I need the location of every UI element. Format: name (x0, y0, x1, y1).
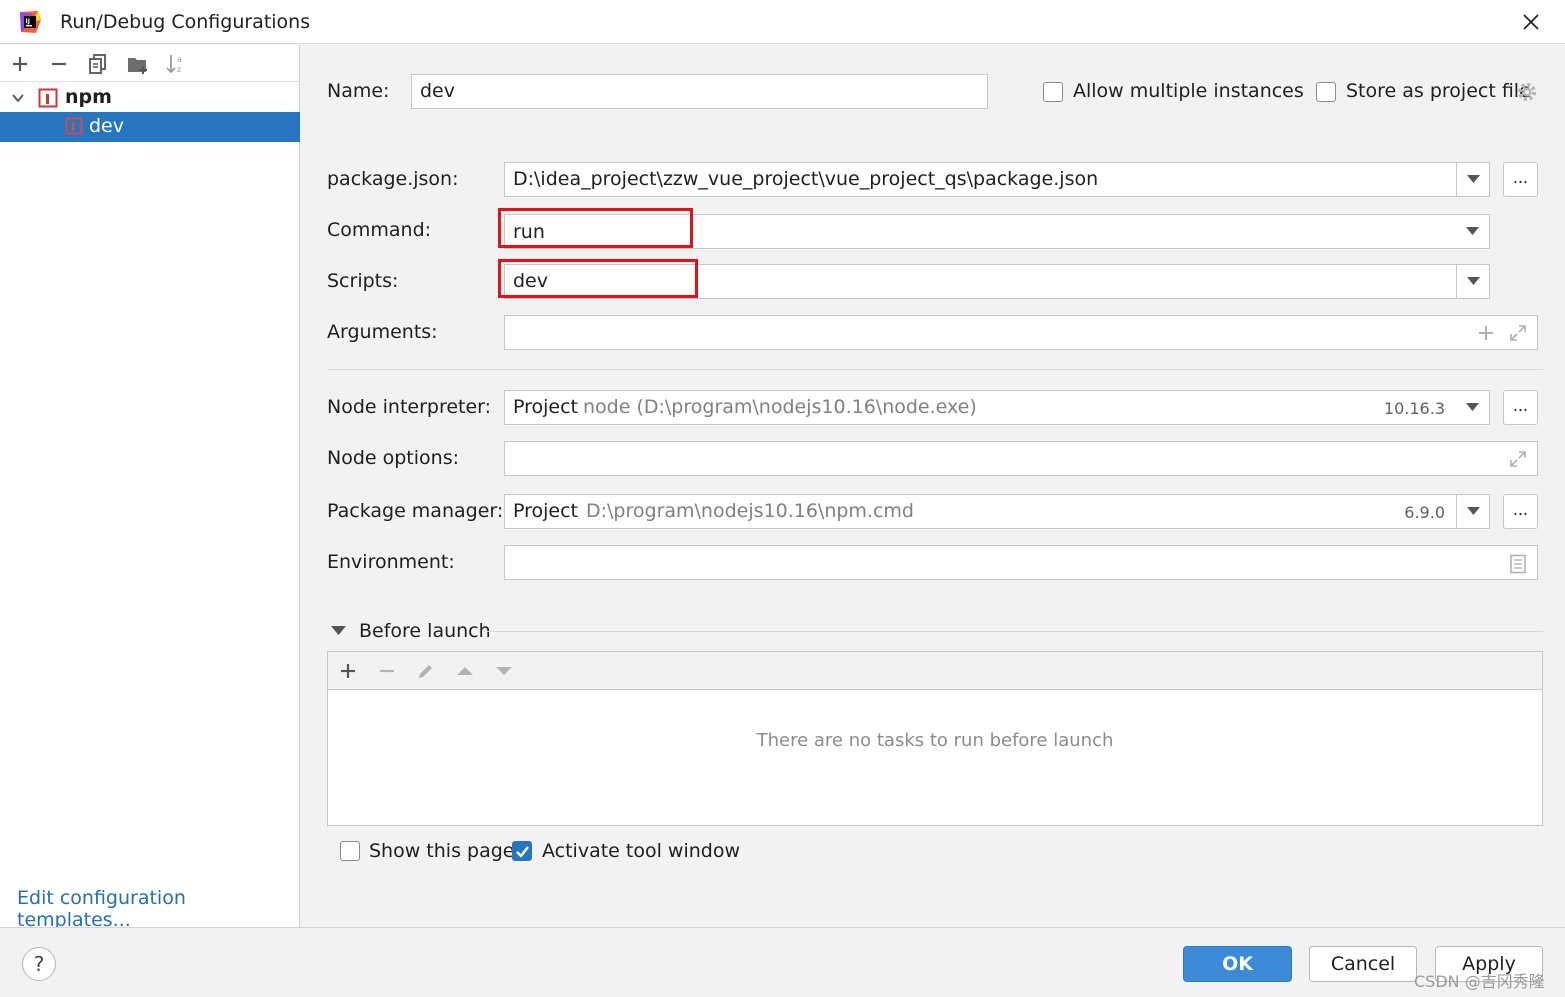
node-options-input[interactable] (504, 441, 1538, 476)
scripts-dropdown-button[interactable] (1456, 265, 1489, 298)
name-input[interactable]: dev (411, 74, 988, 109)
configurations-sidebar: a z npm dev Edit configuration templates… (0, 45, 300, 931)
remove-icon[interactable] (47, 52, 71, 76)
activate-tool-window-checkbox[interactable] (512, 841, 532, 861)
npm-icon (38, 88, 58, 108)
command-combobox[interactable]: run (504, 214, 1490, 249)
csdn-watermark: CSDN @吉冈秀隆 (1414, 972, 1545, 991)
tree-node-label: dev (89, 115, 124, 137)
name-value: dev (420, 80, 455, 102)
node-interpreter-path: node (D:\program\nodejs10.16\node.exe) (583, 396, 977, 418)
chevron-down-icon (1466, 227, 1479, 235)
node-version: 10.16.3 (1383, 399, 1445, 418)
document-icon[interactable] (1509, 554, 1527, 574)
expand-icon[interactable] (1509, 450, 1527, 468)
package-json-value: D:\idea_project\zzw_vue_project\vue_proj… (513, 168, 1099, 190)
scripts-label: Scripts: (327, 270, 399, 292)
new-folder-icon[interactable] (126, 52, 150, 76)
expand-icon[interactable] (1509, 324, 1527, 342)
intellij-app-icon: IJ (20, 11, 41, 33)
package-manager-label: Package manager: (327, 500, 504, 522)
arguments-input[interactable] (504, 315, 1538, 350)
npm-icon (65, 117, 83, 135)
before-launch-toolbar (328, 652, 1542, 690)
tree-node-npm[interactable]: npm (0, 83, 300, 113)
help-button[interactable]: ? (22, 947, 56, 981)
package-json-combobox[interactable]: D:\idea_project\zzw_vue_project\vue_proj… (504, 162, 1490, 197)
chevron-down-icon[interactable] (10, 90, 26, 106)
dialog-button-bar: ? OK Cancel Apply (0, 927, 1565, 997)
svg-text:IJ: IJ (26, 18, 30, 25)
package-manager-scope: Project (513, 500, 579, 522)
add-icon[interactable] (338, 661, 358, 681)
close-icon[interactable] (1517, 8, 1545, 36)
before-launch-empty-message: There are no tasks to run before launch (756, 730, 1114, 751)
checkmark-icon (516, 846, 529, 858)
tree-node-label: npm (65, 86, 112, 108)
chevron-down-icon (1467, 175, 1480, 183)
before-launch-panel: There are no tasks to run before launch (327, 651, 1543, 826)
package-manager-browse-button[interactable]: ... (1503, 494, 1538, 529)
arguments-label: Arguments: (327, 321, 438, 343)
window-title: Run/Debug Configurations (60, 11, 311, 33)
command-dropdown-button[interactable] (1456, 215, 1489, 248)
copy-icon[interactable] (86, 52, 110, 76)
tree-node-dev[interactable]: dev (0, 112, 300, 142)
edit-pencil-icon[interactable] (416, 661, 436, 681)
node-options-label: Node options: (327, 447, 460, 469)
chevron-down-icon (1466, 403, 1479, 411)
node-interpreter-combobox[interactable]: Project node (D:\program\nodejs10.16\nod… (504, 390, 1490, 425)
add-icon[interactable] (8, 52, 32, 76)
edit-configuration-templates-link[interactable]: Edit configuration templates... (17, 887, 299, 931)
cancel-button[interactable]: Cancel (1309, 946, 1417, 982)
package-manager-path: D:\program\nodejs10.16\npm.cmd (586, 500, 914, 522)
gear-icon[interactable] (1516, 81, 1538, 103)
allow-multiple-instances-checkbox[interactable] (1043, 82, 1063, 102)
environment-label: Environment: (327, 551, 455, 573)
collapse-triangle-icon[interactable] (331, 626, 346, 636)
divider (484, 631, 1543, 632)
ok-button[interactable]: OK (1183, 946, 1292, 982)
package-manager-combobox[interactable]: Project D:\program\nodejs10.16\npm.cmd 6… (504, 494, 1490, 529)
sidebar-toolbar: a z (0, 45, 299, 82)
chevron-down-icon (1467, 277, 1480, 285)
allow-multiple-instances-label: Allow multiple instances (1073, 80, 1304, 102)
show-this-page-checkbox[interactable] (340, 841, 360, 861)
node-interpreter-label: Node interpreter: (327, 396, 492, 418)
scripts-combobox[interactable]: dev (504, 264, 1490, 299)
add-icon[interactable] (1477, 324, 1495, 342)
package-json-label: package.json: (327, 168, 459, 190)
svg-text:a: a (177, 55, 182, 64)
remove-icon[interactable] (377, 661, 397, 681)
chevron-down-icon (1467, 507, 1480, 515)
package-json-dropdown-button[interactable] (1456, 163, 1489, 196)
package-manager-version: 6.9.0 (1404, 503, 1445, 522)
svg-text:z: z (177, 65, 181, 74)
show-this-page-label: Show this page (369, 840, 515, 862)
node-interpreter-dropdown-button[interactable] (1456, 391, 1489, 424)
before-launch-title: Before launch (359, 620, 491, 642)
sort-alphabetically-icon[interactable]: a z (164, 52, 188, 76)
package-manager-dropdown-button[interactable] (1456, 495, 1489, 528)
store-as-project-file-checkbox[interactable] (1316, 82, 1336, 102)
node-interpreter-scope: Project (513, 396, 579, 418)
name-label: Name: (327, 80, 390, 102)
activate-tool-window-label: Activate tool window (542, 840, 741, 862)
move-down-icon[interactable] (494, 661, 514, 681)
node-interpreter-browse-button[interactable]: ... (1503, 390, 1538, 425)
store-as-project-file-label: Store as project file (1346, 80, 1531, 102)
package-json-browse-button[interactable]: ... (1503, 162, 1538, 197)
environment-input[interactable] (504, 545, 1538, 580)
move-up-icon[interactable] (455, 661, 475, 681)
title-bar: IJ Run/Debug Configurations (0, 0, 1565, 44)
scripts-value: dev (513, 270, 548, 292)
command-label: Command: (327, 219, 432, 241)
command-value: run (513, 221, 545, 243)
divider (327, 369, 1543, 370)
